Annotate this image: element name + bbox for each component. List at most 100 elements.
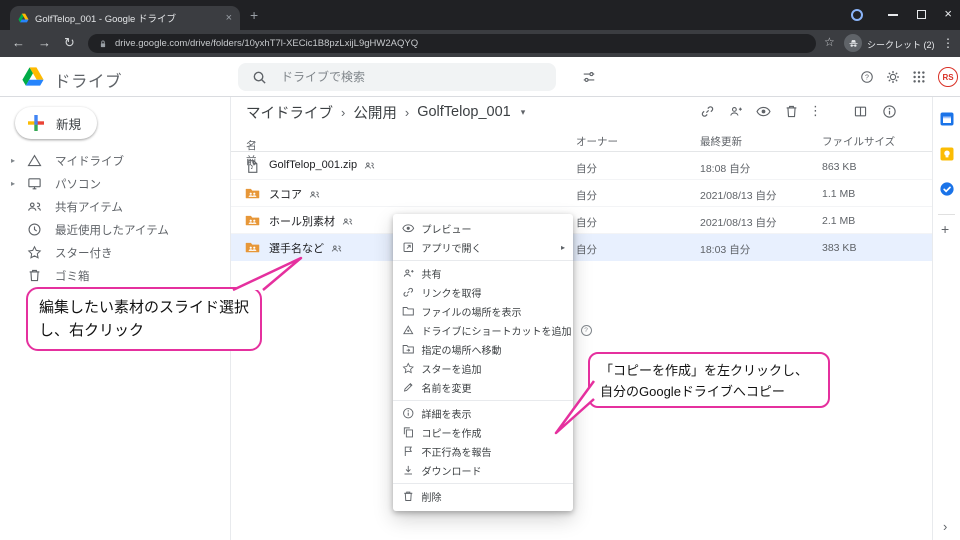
- search-filter-icon[interactable]: [582, 70, 596, 84]
- tab-close-icon[interactable]: ×: [226, 12, 232, 24]
- app-name: ドライブ: [54, 73, 122, 91]
- menu-item-open-with[interactable]: アプリで開く ▸: [393, 238, 573, 257]
- apps-grid-icon[interactable]: [912, 70, 926, 84]
- menu-item-add-shortcut[interactable]: ドライブにショートカットを追加 ?: [393, 321, 592, 340]
- column-modified[interactable]: 最終更新: [700, 134, 742, 149]
- sidebar-item-trash[interactable]: ゴミ箱: [0, 264, 230, 287]
- forward-icon[interactable]: →: [38, 35, 51, 51]
- search-input[interactable]: [279, 69, 542, 85]
- file-name: GolfTelop_001.zip: [269, 159, 358, 171]
- bookmark-star-icon[interactable]: ☆: [824, 35, 835, 49]
- reload-icon[interactable]: ↻: [64, 35, 75, 51]
- new-tab-button[interactable]: +: [250, 7, 258, 23]
- shared-people-icon: [309, 189, 320, 200]
- file-size: 2.1 MB: [822, 215, 856, 227]
- search-icon[interactable]: [252, 70, 267, 85]
- person-add-icon: [402, 267, 415, 280]
- settings-gear-icon[interactable]: [886, 70, 900, 84]
- menu-item-details[interactable]: 詳細を表示: [393, 404, 573, 423]
- browser-menu-icon[interactable]: ⋮: [942, 36, 954, 50]
- menu-label: リンクを取得: [421, 289, 482, 300]
- window-close-button[interactable]: ×: [944, 6, 952, 21]
- new-button[interactable]: 新規: [15, 107, 98, 139]
- breadcrumb-item[interactable]: 公開用: [353, 102, 397, 123]
- menu-item-download[interactable]: ダウンロード: [393, 461, 573, 480]
- sidebar-item-computers[interactable]: ▸ パソコン: [0, 172, 230, 195]
- table-row[interactable]: ホール別素材 自分 2021/08/13 自分 2.1 MB: [231, 207, 932, 234]
- file-modified: 18:03 自分: [700, 244, 751, 256]
- more-actions-icon[interactable]: ⋮: [809, 103, 822, 119]
- sidebar-item-starred[interactable]: スター付き: [0, 241, 230, 264]
- view-toggle-icon[interactable]: [853, 104, 868, 119]
- window-minimize-button[interactable]: [888, 14, 898, 16]
- drive-logo-icon[interactable]: [21, 66, 45, 87]
- menu-item-remove[interactable]: 削除: [393, 487, 573, 506]
- menu-label: 不正行為を報告: [421, 448, 492, 459]
- expand-icon[interactable]: ▸: [11, 179, 15, 188]
- url-field[interactable]: drive.google.com/drive/folders/10yxhT7l-…: [88, 34, 816, 53]
- delete-icon[interactable]: [784, 104, 799, 119]
- panel-divider: [938, 214, 955, 215]
- breadcrumb-item[interactable]: マイドライブ: [246, 102, 333, 123]
- calendar-icon[interactable]: [939, 111, 955, 127]
- table-row[interactable]: GolfTelop_001.zip 自分 18:08 自分 863 KB: [231, 153, 932, 180]
- collapse-panel-icon[interactable]: ›: [943, 519, 947, 534]
- column-size[interactable]: ファイルサイズ: [822, 134, 895, 149]
- sidebar-item-my-drive[interactable]: ▸ マイドライブ: [0, 149, 230, 172]
- menu-item-add-star[interactable]: スターを追加: [393, 359, 573, 378]
- help-icon[interactable]: [860, 70, 874, 84]
- menu-item-report[interactable]: 不正行為を報告: [393, 442, 573, 461]
- list-header: 名前 ↑ オーナー 最終更新 ファイルサイズ: [231, 130, 932, 167]
- get-link-icon[interactable]: [700, 104, 715, 119]
- preview-eye-icon[interactable]: [756, 104, 771, 119]
- drive-favicon-icon: [18, 13, 29, 23]
- sidebar-item-label: パソコン: [55, 178, 101, 191]
- file-list-panel: マイドライブ › 公開用 › GolfTelop_001 ▾ ⋮ 名前 ↑ オーナ…: [231, 97, 932, 540]
- new-button-label: 新規: [56, 117, 82, 132]
- menu-item-get-link[interactable]: リンクを取得: [393, 283, 573, 302]
- browser-tab[interactable]: GolfTelop_001 - Google ドライブ ×: [10, 6, 240, 30]
- sidebar-item-label: スター付き: [55, 247, 113, 260]
- menu-item-show-location[interactable]: ファイルの場所を表示: [393, 302, 573, 321]
- sidebar-item-shared[interactable]: 共有アイテム: [0, 195, 230, 218]
- menu-label: 名前を変更: [421, 384, 472, 395]
- menu-divider: [393, 483, 573, 484]
- sidebar-item-label: マイドライブ: [55, 155, 124, 168]
- menu-item-move-to[interactable]: 指定の場所へ移動: [393, 340, 573, 359]
- table-row[interactable]: スコア 自分 2021/08/13 自分 1.1 MB: [231, 180, 932, 207]
- incognito-icon: [848, 38, 859, 49]
- shared-people-icon: [364, 160, 375, 171]
- pencil-icon: [402, 381, 415, 394]
- share-icon[interactable]: [728, 104, 743, 119]
- keep-icon[interactable]: [939, 146, 955, 162]
- details-info-icon[interactable]: [882, 104, 897, 119]
- menu-label: 詳細を表示: [421, 410, 472, 421]
- account-avatar[interactable]: RS: [938, 67, 958, 87]
- breadcrumb-item-current[interactable]: GolfTelop_001: [417, 104, 511, 120]
- flag-icon: [402, 445, 415, 458]
- menu-label: 削除: [421, 493, 442, 504]
- breadcrumb: マイドライブ › 公開用 › GolfTelop_001 ▾: [231, 97, 932, 127]
- column-owner[interactable]: オーナー: [576, 134, 618, 149]
- menu-item-share[interactable]: 共有: [393, 264, 573, 283]
- tasks-icon[interactable]: [939, 181, 955, 197]
- back-icon[interactable]: ←: [12, 35, 25, 51]
- shared-folder-icon: [245, 240, 260, 255]
- window-maximize-button[interactable]: [917, 10, 926, 19]
- move-folder-icon: [402, 343, 415, 356]
- menu-label: プレビュー: [421, 225, 472, 236]
- folder-icon: [402, 305, 415, 318]
- expand-icon[interactable]: ▸: [11, 156, 15, 165]
- menu-item-preview[interactable]: プレビュー: [393, 219, 573, 238]
- annotation-right-note: 「コピーを作成」を左クリックし、自分のGoogleドライブへコピー: [588, 352, 830, 408]
- drive-triangle-icon: [27, 153, 42, 168]
- menu-item-rename[interactable]: 名前を変更: [393, 378, 573, 397]
- sidebar-item-recent[interactable]: 最近使用したアイテム: [0, 218, 230, 241]
- sidebar-item-label: 共有アイテム: [55, 201, 123, 214]
- breadcrumb-caret-icon[interactable]: ▾: [521, 107, 526, 118]
- sidebar-item-label: ゴミ箱: [55, 270, 90, 283]
- add-addon-icon[interactable]: +: [941, 221, 949, 237]
- menu-item-make-copy[interactable]: コピーを作成: [393, 423, 573, 442]
- search-bar[interactable]: [238, 63, 556, 91]
- table-row-selected[interactable]: 選手名など 自分 18:03 自分 383 KB: [231, 234, 932, 261]
